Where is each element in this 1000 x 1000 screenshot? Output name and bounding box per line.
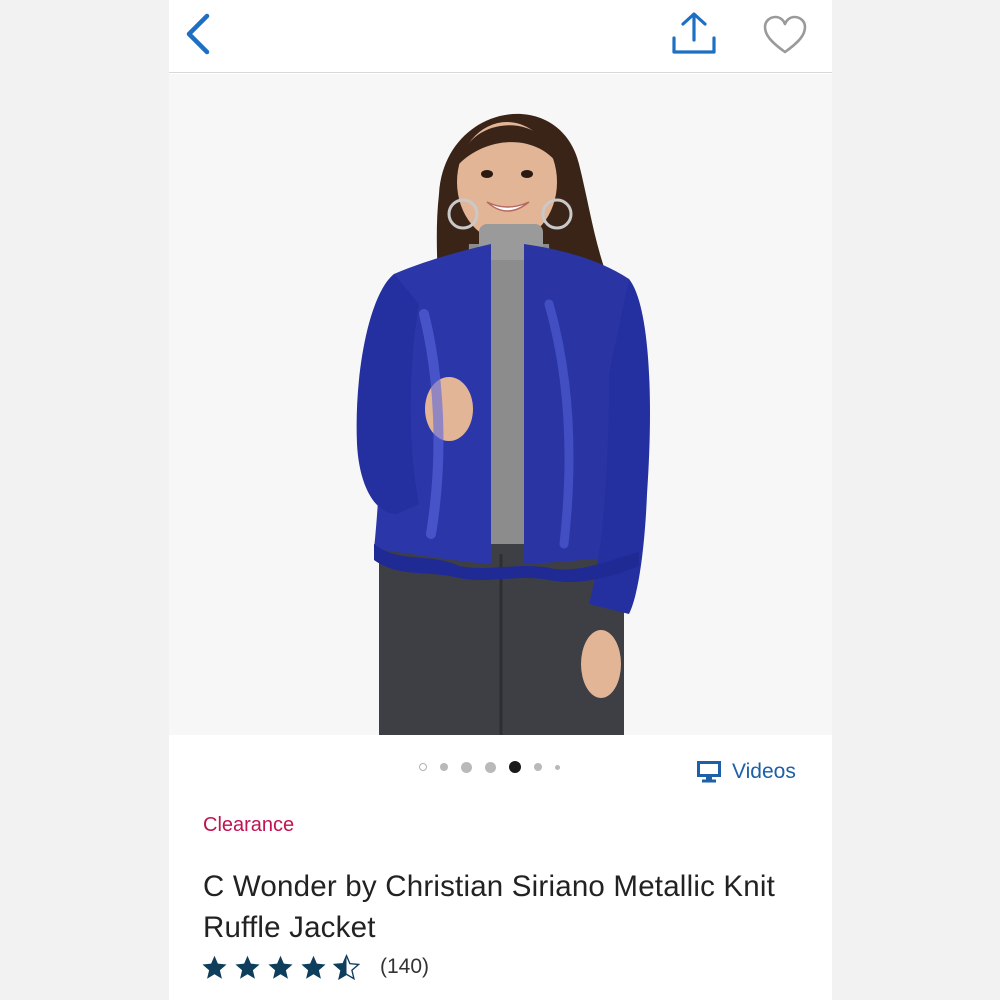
product-photo-illustration bbox=[169, 74, 832, 735]
favorite-button[interactable] bbox=[761, 14, 809, 58]
clearance-badge: Clearance bbox=[203, 814, 295, 836]
product-title: C Wonder by Christian Siriano Metallic K… bbox=[203, 870, 776, 944]
product-image[interactable] bbox=[169, 74, 832, 735]
carousel-dot[interactable] bbox=[485, 761, 496, 773]
carousel-dot-active[interactable] bbox=[509, 761, 521, 773]
top-nav-bar bbox=[169, 0, 832, 73]
star-full-icon bbox=[301, 955, 326, 979]
back-button[interactable] bbox=[181, 10, 217, 58]
carousel-dot[interactable] bbox=[555, 764, 560, 770]
star-half-icon bbox=[333, 953, 360, 980]
carousel-dot[interactable] bbox=[534, 763, 542, 771]
chevron-left-icon bbox=[186, 13, 210, 55]
heart-outline-icon bbox=[763, 15, 807, 54]
videos-link[interactable]: Videos bbox=[697, 758, 796, 786]
share-upload-icon bbox=[672, 12, 716, 54]
star-full-icon bbox=[235, 955, 260, 979]
share-button[interactable] bbox=[669, 12, 719, 58]
carousel-dot[interactable] bbox=[440, 763, 448, 771]
carousel-dot[interactable] bbox=[461, 761, 472, 773]
star-full-icon bbox=[202, 955, 227, 979]
product-rating[interactable]: (140) bbox=[201, 950, 429, 984]
carousel-dot[interactable] bbox=[419, 763, 427, 771]
review-count: (140) bbox=[380, 955, 430, 978]
rating-stars bbox=[201, 953, 366, 981]
star-full-icon bbox=[268, 955, 293, 979]
product-page: Videos Clearance C Wonder by Christian S… bbox=[169, 0, 832, 1000]
monitor-icon bbox=[697, 761, 721, 783]
image-carousel-dots bbox=[419, 758, 573, 776]
videos-label: Videos bbox=[732, 760, 796, 783]
